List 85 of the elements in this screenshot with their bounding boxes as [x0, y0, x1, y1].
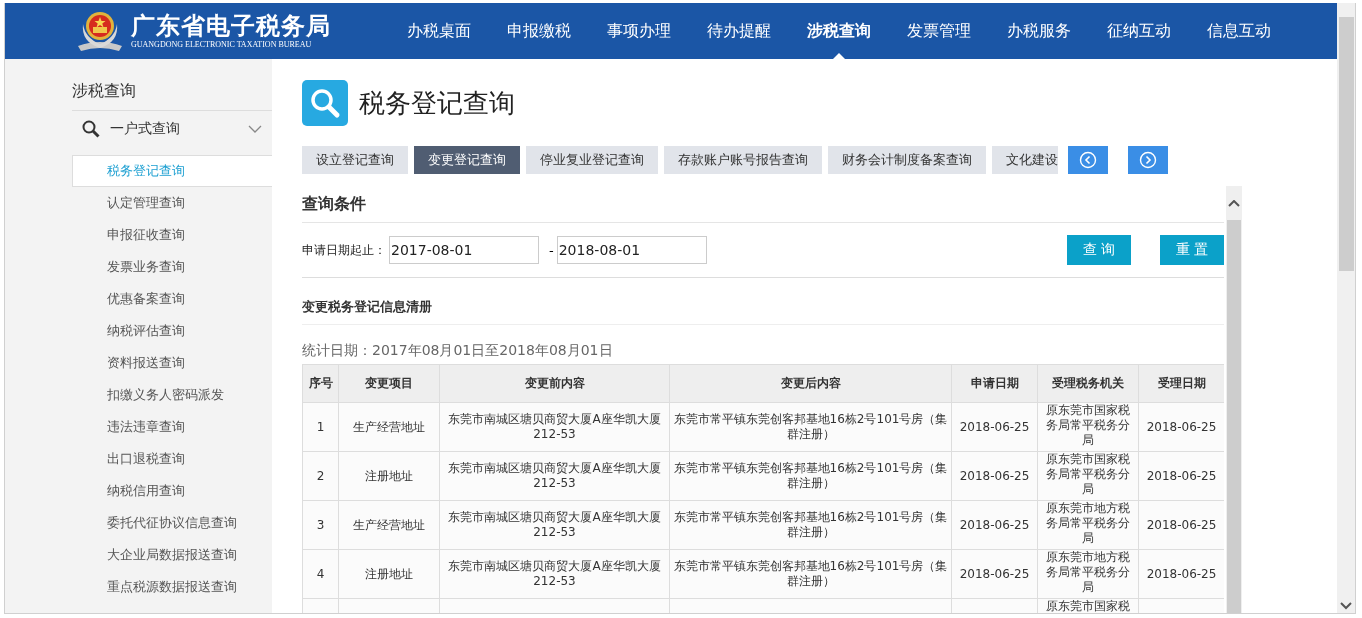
column-header: 变更后内容 — [669, 364, 952, 403]
sidebar-item[interactable]: 委托代征协议信息查询 — [72, 507, 272, 539]
table-cell: 2018-06-25 — [1138, 549, 1224, 599]
table-cell: 1 — [302, 402, 339, 452]
nav-link[interactable]: 信息互动 — [1189, 3, 1289, 59]
table-cell: 2018-06-25 — [951, 549, 1038, 599]
sidebar-item[interactable]: 发票业务查询 — [72, 251, 272, 283]
table-cell: 东莞市常平镇东莞创客邦基地16栋2号101号房（集群注册） — [669, 549, 952, 599]
sidebar-title: 涉税查询 — [72, 81, 137, 101]
date-range-label: 申请日期起止： — [302, 241, 387, 259]
next-button[interactable] — [1128, 146, 1168, 174]
nav-link[interactable]: 发票管理 — [889, 3, 989, 59]
chevron-right-icon — [1139, 151, 1157, 169]
page-title: 税务登记查询 — [359, 86, 515, 120]
sidebar-item[interactable]: 大企业局数据报送查询 — [72, 539, 272, 571]
table-cell: 东莞市常平镇东莞创客邦基地16栋2号101号房（集群注册） — [669, 451, 952, 501]
sidebar-item[interactable]: 扣缴义务人密码派发 — [72, 379, 272, 411]
range-separator: - — [549, 242, 554, 258]
site-title: 广东省电子税务局 — [131, 12, 331, 40]
tab[interactable]: 变更登记查询 — [414, 146, 520, 174]
table-cell: 东莞市南城区塘贝商贸大厦A座华凯大厦212-53 — [439, 549, 670, 599]
table-cell: 2018-06-25 — [1138, 402, 1224, 452]
scroll-up-icon — [1228, 200, 1240, 207]
table-cell: 原东莞市地方税务局常平税务分局 — [1037, 500, 1139, 550]
list-heading: 变更税务登记信息清册 — [302, 278, 1224, 325]
column-header: 受理税务机关 — [1037, 364, 1139, 403]
chevron-left-icon — [1079, 151, 1097, 169]
table-cell: 4 — [302, 549, 339, 599]
table-cell: 生产经营地址 — [338, 500, 440, 550]
sidebar-item[interactable]: 认定管理查询 — [72, 187, 272, 219]
table-cell: 东莞市常平镇东莞创客邦基地16栋2号101号房（集群注册） — [669, 500, 952, 550]
table-cell: 东莞市南城区塘贝商贸大厦A座华凯大厦212-53 — [439, 500, 670, 550]
column-header: 申请日期 — [951, 364, 1038, 403]
table-cell: 注册地址 — [338, 549, 440, 599]
start-date-field[interactable]: 2017-08-01 — [389, 236, 539, 264]
sidebar-item[interactable]: 纳税信用查询 — [72, 475, 272, 507]
table-cell: 东莞市南城区塘贝商贸大厦A座华凯大厦212-53 — [439, 451, 670, 501]
chevron-icon — [248, 124, 262, 134]
table-cell: 原东莞市地方税务局常平税务分局 — [1037, 549, 1139, 599]
nav-link[interactable]: 办税服务 — [989, 3, 1089, 59]
column-header: 受理日期 — [1138, 364, 1224, 403]
tab[interactable]: 存款账户账号报告查询 — [664, 146, 822, 174]
sidebar-item[interactable]: 纳税评估查询 — [72, 315, 272, 347]
nav-link[interactable]: 待办提醒 — [689, 3, 789, 59]
column-header: 序号 — [302, 364, 339, 403]
table-cell: 2 — [302, 451, 339, 501]
statistics-date: 统计日期：2017年08月01日至2018年08月01日 — [302, 341, 614, 360]
tab[interactable]: 设立登记查询 — [302, 146, 408, 174]
sidebar-item[interactable]: 出口退税查询 — [72, 443, 272, 475]
previous-button[interactable] — [1068, 146, 1108, 174]
table-cell: 2018-06-25 — [1138, 451, 1224, 501]
table-cell: 注册地址 — [338, 451, 440, 501]
sidebar-item[interactable]: 违法违章查询 — [72, 411, 272, 443]
sidebar-item[interactable]: 申报征收查询 — [72, 219, 272, 251]
column-header: 变更项目 — [338, 364, 440, 403]
nav-link[interactable]: 办税桌面 — [389, 3, 489, 59]
table-cell: 原东莞市国家税务局常平税务分局 — [1037, 402, 1139, 452]
table-cell: 3 — [302, 500, 339, 550]
nav-link[interactable]: 涉税查询 — [789, 3, 889, 59]
table-cell: 生产经营地址 — [338, 402, 440, 452]
search-icon — [82, 120, 100, 138]
tab[interactable]: 文化建设 — [992, 146, 1058, 174]
table-cell: 2018-06-25 — [951, 451, 1038, 501]
sidebar-item[interactable]: 优惠备案查询 — [72, 283, 272, 315]
tab[interactable]: 停业复业登记查询 — [526, 146, 658, 174]
panel-scrollbar[interactable] — [1226, 186, 1242, 613]
tab[interactable]: 财务会计制度备案查询 — [828, 146, 986, 174]
column-header: 变更前内容 — [439, 364, 670, 403]
magnifier-icon — [302, 80, 348, 126]
group-label: 一户式查询 — [110, 120, 181, 138]
table-cell: 2018-06-25 — [1138, 500, 1224, 550]
nav-link[interactable]: 申报缴税 — [489, 3, 589, 59]
table-cell: 2018-06-25 — [951, 402, 1038, 452]
nav-link[interactable]: 征纳互动 — [1089, 3, 1189, 59]
site-subtitle: GUANGDONG ELECTRONIC TAXATION BUREAU — [131, 40, 313, 50]
table-cell: 原东莞市国家税务局常平税务分局 — [1037, 451, 1139, 501]
sidebar-item[interactable]: 重点税源数据报送查询 — [72, 571, 272, 603]
table-cell: 东莞市常平镇东莞创客邦基地16栋2号101号房（集群注册） — [669, 402, 952, 452]
table-cell: 东莞市南城区塘贝商贸大厦A座华凯大厦212-53 — [439, 402, 670, 452]
end-date-field[interactable]: 2018-08-01 — [556, 236, 707, 264]
nav-link[interactable]: 事项办理 — [589, 3, 689, 59]
section-heading: 查询条件 — [302, 186, 1224, 223]
page-scrollbar[interactable] — [1337, 3, 1355, 613]
table-cell: 2018-06-25 — [951, 500, 1038, 550]
sidebar-item[interactable]: 资料报送查询 — [72, 347, 272, 379]
